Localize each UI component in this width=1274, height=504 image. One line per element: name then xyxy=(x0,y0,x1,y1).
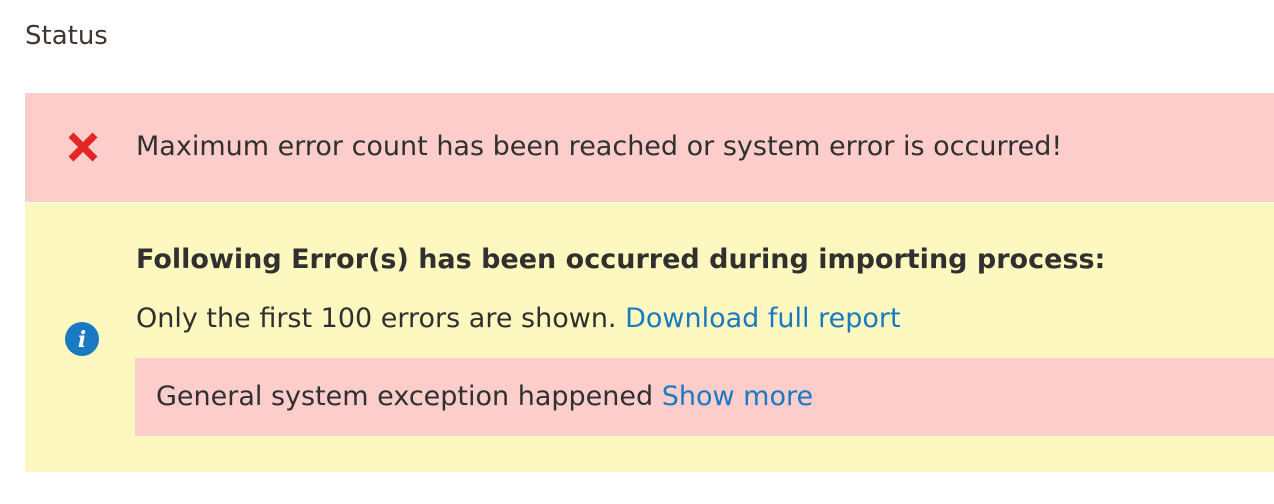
import-errors-notice: i Following Error(s) has been occurred d… xyxy=(25,203,1274,472)
info-icon: i xyxy=(64,321,100,357)
download-full-report-link[interactable]: Download full report xyxy=(625,303,900,334)
error-x-icon xyxy=(67,131,99,163)
show-more-link[interactable]: Show more xyxy=(662,381,813,412)
exception-text: General system exception happened xyxy=(156,381,654,412)
notice-heading: Following Error(s) has been occurred dur… xyxy=(136,244,1106,275)
svg-text:i: i xyxy=(78,327,86,353)
exception-message-box: General system exception happened Show m… xyxy=(135,358,1274,436)
exception-line: General system exception happened Show m… xyxy=(156,378,813,416)
status-title: Status xyxy=(25,21,108,51)
errors-shown-text: Only the first 100 errors are shown. xyxy=(136,303,617,334)
error-message-text: Maximum error count has been reached or … xyxy=(136,131,1063,162)
errors-shown-line: Only the first 100 errors are shown. Dow… xyxy=(136,300,901,338)
error-message-box: Maximum error count has been reached or … xyxy=(25,93,1274,202)
